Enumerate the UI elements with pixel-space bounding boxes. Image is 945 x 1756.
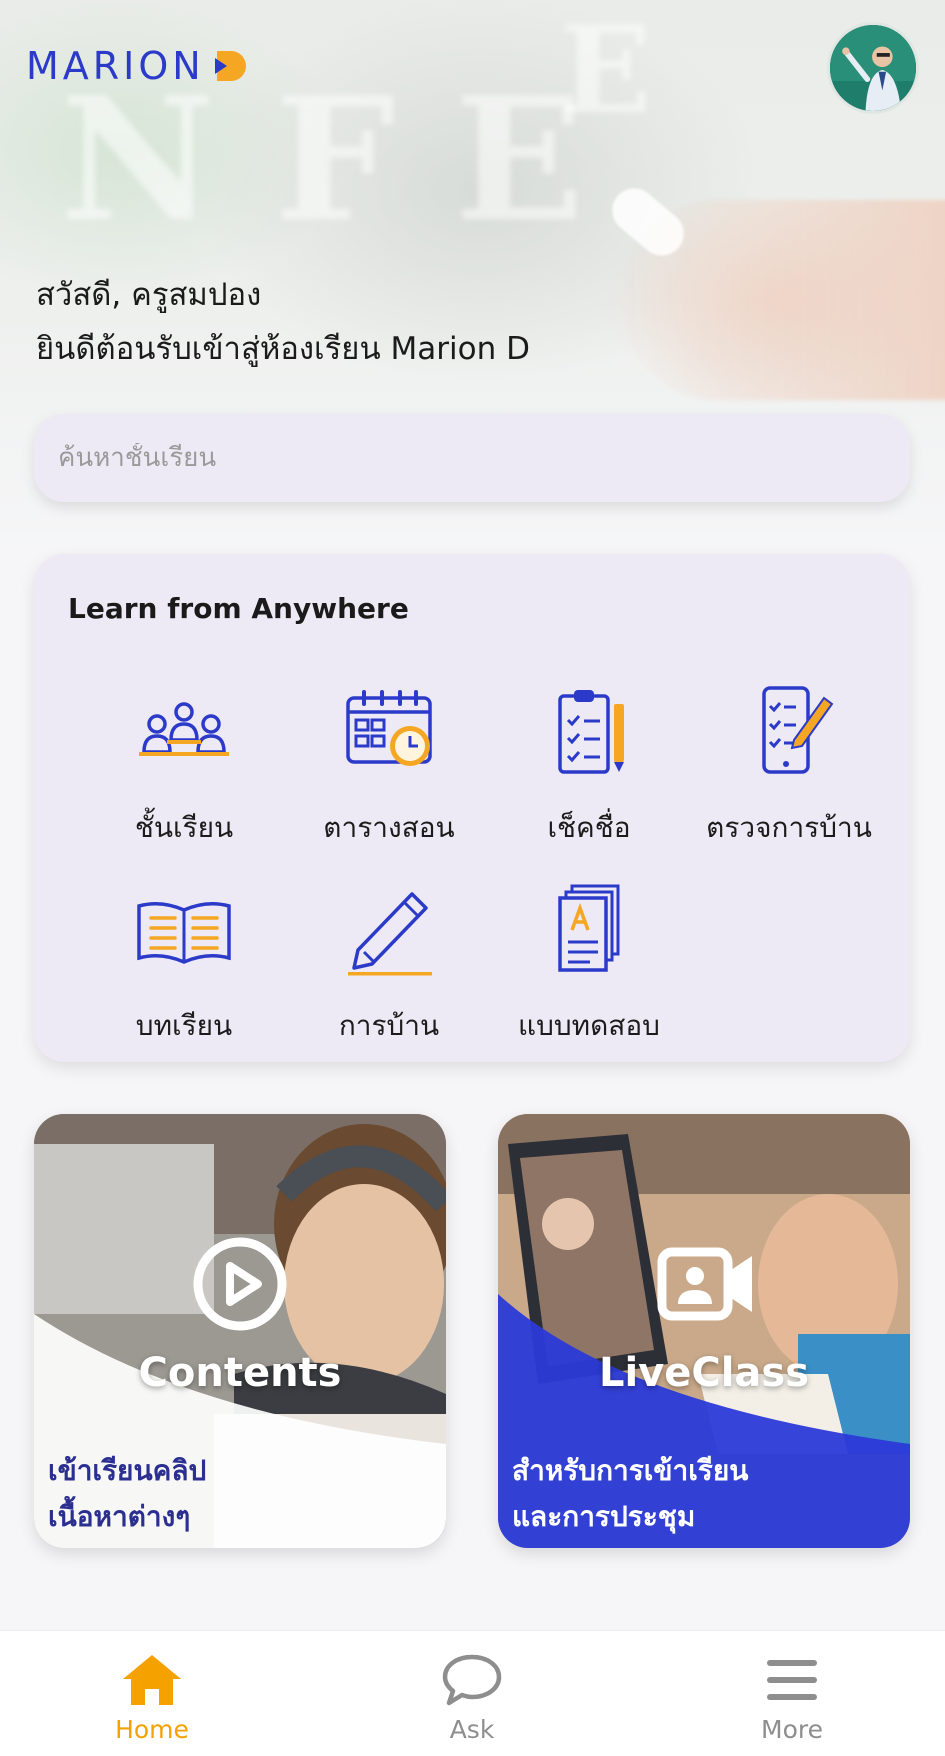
- chalk-writing-decoration: N F E: [60, 60, 585, 260]
- menu-item-check-homework[interactable]: ตรวจการบ้าน: [689, 684, 889, 864]
- open-book-icon: [137, 902, 231, 964]
- check-homework-phone-icon: [762, 686, 834, 774]
- test-paper-icon: [558, 884, 620, 972]
- menu-item-homework[interactable]: การบ้าน: [289, 882, 489, 1062]
- logo-text: MARION: [26, 44, 205, 88]
- chalk-writing-decoration: E: [560, 0, 652, 141]
- app-logo: MARION: [26, 44, 251, 88]
- schedule-calendar-icon: [346, 690, 432, 766]
- menu-item-attendance[interactable]: เช็คชื่อ: [489, 684, 689, 864]
- menu-item-lessons[interactable]: บทเรียน: [84, 882, 284, 1062]
- contents-card[interactable]: Contents เข้าเรียนคลิป เนื้อหาต่างๆ: [34, 1114, 446, 1548]
- liveclass-subtitle-line-2: และการประชุม: [512, 1500, 696, 1533]
- bottom-navigation: Home Ask More: [0, 1630, 945, 1756]
- liveclass-subtitle: สำหรับการเข้าเรียน และการประชุม: [512, 1448, 748, 1540]
- search-input[interactable]: [58, 443, 910, 473]
- nav-home-label: Home: [115, 1715, 189, 1744]
- pencil-icon: [348, 892, 432, 976]
- greeting: สวัสดี, ครูสมปอง ยินดีต้อนรับเข้าสู่ห้อง…: [36, 268, 530, 376]
- menu-item-tests[interactable]: แบบทดสอบ: [489, 882, 689, 1062]
- menu-item-schedule[interactable]: ตารางสอน: [289, 684, 489, 864]
- menu-item-label: เช็คชื่อ: [547, 811, 631, 844]
- classroom-icon: [139, 702, 229, 756]
- card-title: Learn from Anywhere: [68, 592, 409, 625]
- nav-home[interactable]: Home: [82, 1653, 222, 1744]
- liveclass-subtitle-line-1: สำหรับการเข้าเรียน: [512, 1454, 749, 1487]
- logo-d-mark-icon: [214, 51, 246, 81]
- user-avatar[interactable]: [827, 22, 919, 114]
- contents-subtitle-line-2: เนื้อหาต่างๆ: [48, 1500, 191, 1533]
- learn-from-anywhere-card: Learn from Anywhere ชั้นเรียน ตารางสอน เ…: [34, 554, 910, 1062]
- contents-subtitle-line-1: เข้าเรียนคลิป: [48, 1454, 207, 1487]
- play-circle-icon: [193, 1237, 287, 1331]
- nav-more-label: More: [761, 1715, 823, 1744]
- greeting-line-1: สวัสดี, ครูสมปอง: [36, 277, 262, 313]
- chat-bubble-icon: [442, 1654, 502, 1706]
- nav-ask[interactable]: Ask: [402, 1653, 542, 1744]
- teacher-photo-icon: [830, 25, 916, 111]
- nav-ask-label: Ask: [449, 1715, 495, 1744]
- attendance-clipboard-icon: [558, 690, 624, 774]
- contents-subtitle: เข้าเรียนคลิป เนื้อหาต่างๆ: [48, 1448, 206, 1540]
- menu-item-label: การบ้าน: [338, 1009, 440, 1042]
- menu-item-label: ตารางสอน: [323, 811, 455, 844]
- liveclass-title: LiveClass: [598, 1350, 810, 1396]
- menu-item-label: บทเรียน: [135, 1009, 233, 1042]
- search-bar[interactable]: [34, 414, 910, 502]
- contents-title: Contents: [138, 1350, 342, 1396]
- menu-item-label: ชั้นเรียน: [134, 811, 234, 844]
- video-camera-icon: [657, 1247, 752, 1321]
- home-icon: [123, 1655, 181, 1705]
- greeting-line-2: ยินดีต้อนรับเข้าสู่ห้องเรียน Marion D: [36, 331, 530, 367]
- liveclass-card[interactable]: LiveClass สำหรับการเข้าเรียน และการประชุ…: [498, 1114, 910, 1548]
- nav-more[interactable]: More: [722, 1653, 862, 1744]
- menu-item-label: แบบทดสอบ: [518, 1009, 660, 1042]
- menu-item-label: ตรวจการบ้าน: [706, 811, 872, 844]
- hamburger-menu-icon: [767, 1660, 817, 1700]
- menu-item-classroom[interactable]: ชั้นเรียน: [84, 684, 284, 864]
